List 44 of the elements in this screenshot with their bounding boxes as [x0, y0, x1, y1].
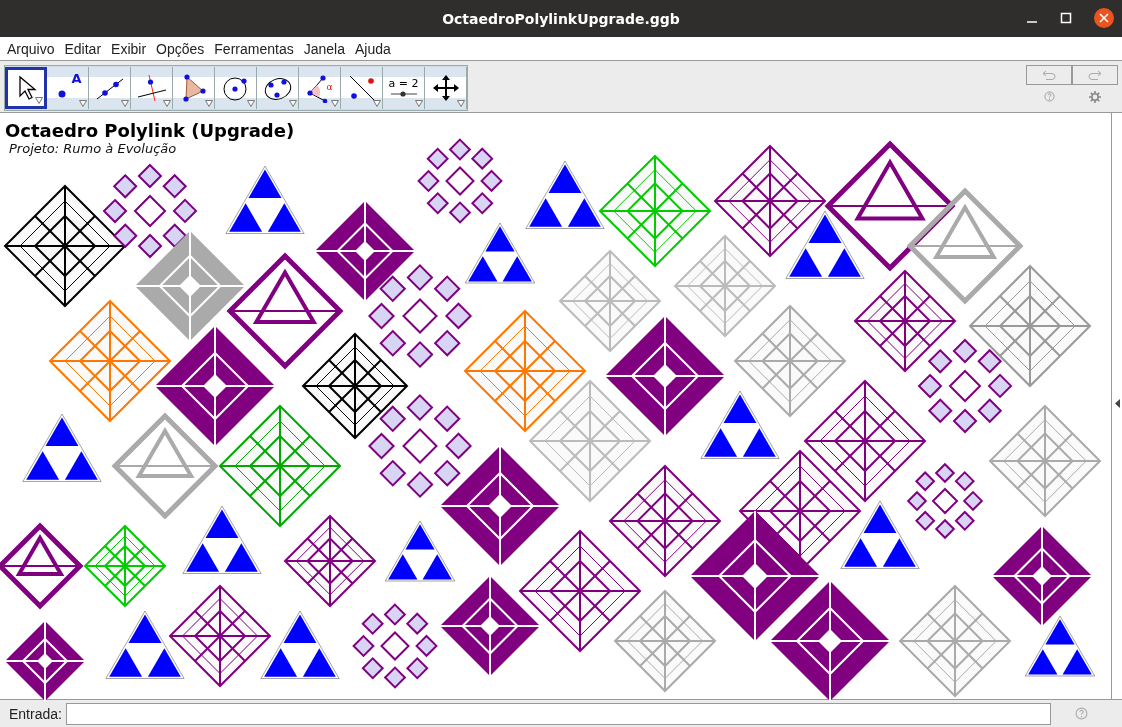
close-icon[interactable]	[1094, 8, 1114, 28]
input-field[interactable]	[65, 702, 1051, 725]
tool-button[interactable]	[257, 67, 299, 109]
dropdown-triangle-icon	[121, 100, 129, 107]
dropdown-triangle-icon	[415, 100, 423, 107]
dropdown-triangle-icon	[35, 97, 43, 104]
collapse-arrow-icon[interactable]	[1115, 399, 1120, 408]
tool-button[interactable]	[215, 67, 257, 109]
tool-button[interactable]	[341, 67, 383, 109]
dropdown-triangle-icon	[331, 100, 339, 107]
undo-icon	[1042, 70, 1056, 80]
tool-button[interactable]: a = 2	[383, 67, 425, 109]
canvas-subtitle: Projeto: Rumo à Evolução	[9, 141, 178, 156]
tool-button[interactable]	[5, 67, 47, 109]
dropdown-triangle-icon	[289, 100, 297, 107]
menu-item[interactable]: Ajuda	[349, 40, 396, 57]
dropdown-triangle-icon	[163, 100, 171, 107]
dropdown-triangle-icon	[457, 100, 465, 107]
triangle-pattern-drawing	[384, 520, 456, 582]
menu-item[interactable]: Janela	[298, 40, 350, 57]
tool-button[interactable]	[425, 67, 467, 109]
menu-item[interactable]: Arquivo	[2, 40, 60, 57]
menu-item[interactable]: Exibir	[106, 40, 152, 57]
dropdown-triangle-icon	[79, 100, 87, 107]
triangle-pattern-drawing	[1024, 615, 1096, 677]
redo-icon	[1088, 70, 1102, 80]
dropdown-triangle-icon	[205, 100, 213, 107]
canvas-title: Octaedro Polylink (Upgrade)	[5, 120, 295, 141]
tool-button[interactable]: A	[47, 67, 89, 109]
tool-button[interactable]: α	[299, 67, 341, 109]
tool-button[interactable]	[131, 67, 173, 109]
menu-item[interactable]: Ferramentas	[209, 40, 299, 57]
perpendicular-line-icon	[136, 73, 167, 103]
triangle-pattern-drawing	[464, 222, 536, 284]
window-title: OctaedroPolylinkUpgrade.ggb	[442, 10, 680, 27]
menu-item[interactable]: Editar	[59, 40, 107, 57]
tool-button[interactable]	[173, 67, 215, 109]
menu-item[interactable]: Opções	[151, 40, 210, 57]
settings-icon[interactable]	[1088, 91, 1101, 103]
dropdown-triangle-icon	[247, 100, 255, 107]
dropdown-triangle-icon	[373, 100, 381, 107]
maximize-icon[interactable]	[1060, 12, 1072, 24]
tool-button[interactable]	[89, 67, 131, 109]
input-label: Entrada:	[9, 705, 62, 722]
